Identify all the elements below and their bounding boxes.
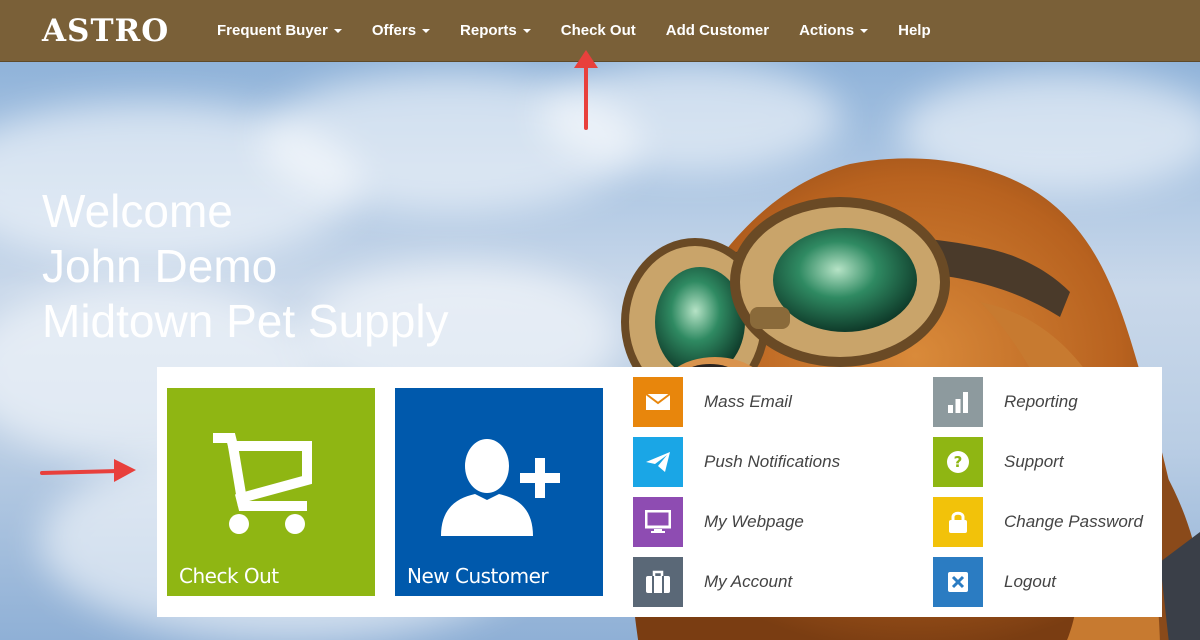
svg-text:?: ? [954,453,963,471]
question-icon: ? [933,437,983,487]
paper-plane-icon [633,437,683,487]
astro-logo[interactable]: ASTRO [42,13,202,49]
briefcase-icon [633,557,683,607]
reporting-label: Reporting [1004,392,1078,411]
nav-help[interactable]: Help [898,22,931,39]
reporting-link[interactable]: Reporting [933,377,1078,427]
nav-menu: Frequent Buyer Offers Reports Check Out … [217,22,961,39]
bar-chart-icon [933,377,983,427]
store-name: Midtown Pet Supply [42,295,449,347]
my-account-label: My Account [704,572,793,591]
nav-check-out-label: Check Out [560,22,636,39]
nav-add-customer[interactable]: Add Customer [666,22,769,39]
my-account-link[interactable]: My Account [633,557,792,607]
nav-check-out[interactable]: Check Out [561,22,636,39]
nav-help-label: Help [898,22,931,39]
welcome-line: Welcome [42,185,233,237]
nav-frequent-buyer-label: Frequent Buyer [217,22,328,39]
change-password-link[interactable]: Change Password [933,497,1143,547]
check-out-tile[interactable]: Check Out [167,388,375,596]
push-notifications-label: Push Notifications [704,452,841,471]
monitor-icon [633,497,683,547]
my-webpage-label: My Webpage [704,512,804,531]
check-out-tile-label: Check Out [179,564,279,588]
caret-down-icon [422,28,431,33]
lock-icon [933,497,983,547]
support-label: Support [1004,452,1064,471]
dashboard-panel: Check Out New Customer Mass Email Push N… [157,367,1162,617]
nav-offers-label: Offers [371,22,417,39]
annotation-arrow-up [574,50,598,130]
close-icon [933,557,983,607]
nav-actions-label: Actions [799,22,855,39]
nav-reports-label: Reports [460,22,517,39]
envelope-icon [633,377,683,427]
new-customer-tile[interactable]: New Customer [395,388,603,596]
nav-offers[interactable]: Offers [371,22,431,39]
caret-down-icon [333,28,342,33]
annotation-arrow-right [40,459,136,482]
new-customer-tile-label: New Customer [407,564,549,588]
mass-email-link[interactable]: Mass Email [633,377,792,427]
caret-down-icon [522,28,531,33]
change-password-label: Change Password [1004,512,1143,531]
nav-add-customer-label: Add Customer [665,22,770,39]
user-name: John Demo [42,240,278,292]
nav-reports[interactable]: Reports [460,22,531,39]
add-user-icon [441,439,560,536]
logout-link[interactable]: Logout [933,557,1056,607]
logout-label: Logout [1004,572,1056,591]
nav-actions[interactable]: Actions [799,22,869,39]
caret-down-icon [860,28,869,33]
nav-frequent-buyer[interactable]: Frequent Buyer [217,22,342,39]
push-notifications-link[interactable]: Push Notifications [633,437,840,487]
mass-email-label: Mass Email [704,392,792,411]
my-webpage-link[interactable]: My Webpage [633,497,804,547]
welcome-message: Welcome John Demo Midtown Pet Supply [42,184,449,349]
shopping-cart-icon [213,433,312,534]
support-link[interactable]: ? Support [933,437,1064,487]
